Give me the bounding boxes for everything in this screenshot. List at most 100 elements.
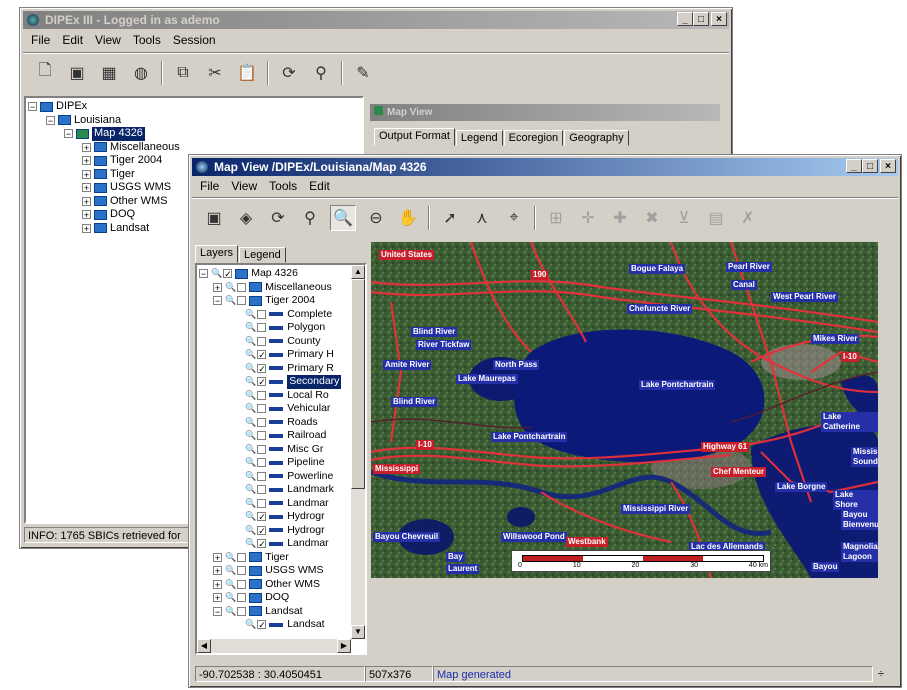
layer-checkbox[interactable] [257,404,267,414]
pan-hand-icon[interactable]: ✋ [396,206,420,230]
layer-row-group[interactable]: + 🔍 DOQ [199,591,363,605]
globe-icon[interactable]: ◍ [129,61,153,85]
layer-row[interactable]: 🔍 Complete [199,308,363,322]
layer-checkbox[interactable]: ✓ [257,350,267,360]
resize-grip-icon[interactable]: ÷ [873,668,889,680]
tab-legend[interactable]: Legend [455,130,503,146]
delete-point-icon[interactable]: ✖ [640,206,664,230]
layer-checkbox[interactable] [237,606,247,616]
menu-view[interactable]: View [91,33,125,47]
delete-feature-icon[interactable]: ✗ [736,206,760,230]
expand-icon[interactable]: + [213,566,222,576]
scroll-down-button[interactable]: ▼ [351,625,365,639]
layer-row[interactable]: 🔍 Pipeline [199,456,363,470]
copy-icon[interactable]: ⧉ [171,61,195,85]
layer-row[interactable]: 🔍 Landmar [199,497,363,511]
layer-row[interactable]: 🔍 Vehicular [199,402,363,416]
tree-node-map[interactable]: − Map 4326 [28,127,360,141]
layer-row[interactable]: 🔍 ✓ Hydrogr [199,524,363,538]
refresh-icon[interactable]: ⟳ [277,61,301,85]
layer-checkbox[interactable] [257,390,267,400]
layers-horizontal-scrollbar[interactable]: ◀ ▶ [197,639,351,653]
menu-edit[interactable]: Edit [58,33,87,47]
layer-checkbox[interactable] [237,282,247,292]
save-icon[interactable]: ▣ [202,206,226,230]
main-titlebar[interactable]: DIPEx III - Logged in as ademo _ □ × [23,11,729,29]
layer-row-group[interactable]: − 🔍 Tiger 2004 [199,294,363,308]
layer-checkbox[interactable] [257,458,267,468]
layer-checkbox[interactable] [257,485,267,495]
tree-node-state[interactable]: − Louisiana [28,114,360,128]
zoom-in-icon[interactable]: 🔍 [330,204,356,231]
layer-checkbox[interactable] [237,566,247,576]
refresh-icon[interactable]: ⟳ [266,206,290,230]
map-canvas[interactable]: United States 190 Bogue Falaya Chefuncte… [371,242,878,578]
move-icon[interactable]: ✛ [576,206,600,230]
layer-checkbox[interactable] [257,498,267,508]
layer-checkbox[interactable]: ✓ [257,525,267,535]
tab-output-format[interactable]: Output Format [374,128,455,146]
expand-icon[interactable]: + [213,552,222,562]
layer-checkbox[interactable]: ✓ [223,269,233,279]
maximize-button[interactable]: □ [693,12,709,26]
tab-ecoregion[interactable]: Ecoregion [503,130,564,146]
layer-row[interactable]: 🔍 ✓ Landmar [199,537,363,551]
tools-icon[interactable]: ✎ [351,61,375,85]
layer-row-map[interactable]: − 🔍 ✓ Map 4326 [199,267,363,281]
collapse-icon[interactable]: − [213,296,222,306]
scroll-left-button[interactable]: ◀ [197,639,211,653]
new-document-icon[interactable]: 🗋 [33,61,57,85]
layer-row[interactable]: 🔍 Railroad [199,429,363,443]
properties-icon[interactable]: ▦ [97,61,121,85]
save-icon[interactable]: ▣ [65,61,89,85]
tab-layers[interactable]: Layers [195,245,239,263]
layer-row-group[interactable]: − 🔍 Landsat [199,605,363,619]
binoculars-icon[interactable]: ⚲ [298,206,322,230]
layer-row[interactable]: 🔍 County [199,335,363,349]
layer-checkbox[interactable] [257,323,267,333]
layer-checkbox[interactable] [257,471,267,481]
layer-checkbox[interactable]: ✓ [257,539,267,549]
menu-view[interactable]: View [227,179,261,193]
zoom-out-icon[interactable]: ⊖ [364,206,388,230]
close-button[interactable]: × [711,12,727,26]
layer-row[interactable]: 🔍 ✓ Secondary [199,375,363,389]
scroll-thumb[interactable] [351,279,365,489]
scroll-right-button[interactable]: ▶ [337,639,351,653]
layer-row[interactable]: 🔍 ✓ Landsat [199,618,363,632]
minimize-button[interactable]: _ [846,159,862,173]
binoculars-icon[interactable]: ⚲ [309,61,333,85]
layer-checkbox[interactable] [237,296,247,306]
collapse-icon[interactable]: − [199,269,208,279]
layer-row[interactable]: 🔍 Local Ro [199,389,363,403]
map-view-panel-header[interactable]: Map View [370,104,720,121]
expand-icon[interactable]: + [213,593,222,603]
layer-checkbox[interactable]: ✓ [257,377,267,387]
expand-icon[interactable]: + [213,579,222,589]
map-vertical-scrollbar[interactable] [879,242,893,578]
layer-row-group[interactable]: + 🔍 Miscellaneous [199,281,363,295]
layer-checkbox[interactable] [257,431,267,441]
tab-legend[interactable]: Legend [239,247,286,263]
measure-icon[interactable]: ⋏ [470,206,494,230]
minimize-button[interactable]: _ [677,12,693,26]
layer-row[interactable]: 🔍 Landmark [199,483,363,497]
layer-row-group[interactable]: + 🔍 Other WMS [199,578,363,592]
layer-row[interactable]: 🔍 Misc Gr [199,443,363,457]
layer-checkbox[interactable] [257,336,267,346]
layer-row[interactable]: 🔍 Roads [199,416,363,430]
layers-vertical-scrollbar[interactable]: ▲ ▼ [351,265,365,639]
cut-icon[interactable]: ✂ [203,61,227,85]
layers-icon[interactable]: ◈ [234,206,258,230]
layer-row-group[interactable]: + 🔍 Tiger [199,551,363,565]
select-feature-icon[interactable]: ⊻ [672,206,696,230]
layer-checkbox[interactable] [257,444,267,454]
menu-session[interactable]: Session [169,33,220,47]
paste-icon[interactable]: 📋 [235,61,259,85]
menu-file[interactable]: File [27,33,54,47]
attribute-icon[interactable]: ▤ [704,206,728,230]
layer-checkbox[interactable] [237,552,247,562]
map-titlebar[interactable]: Map View /DIPEx/Louisiana/Map 4326 _ □ × [192,158,898,176]
expand-icon[interactable]: − [213,606,222,616]
layer-row[interactable]: 🔍 ✓ Primary R [199,362,363,376]
